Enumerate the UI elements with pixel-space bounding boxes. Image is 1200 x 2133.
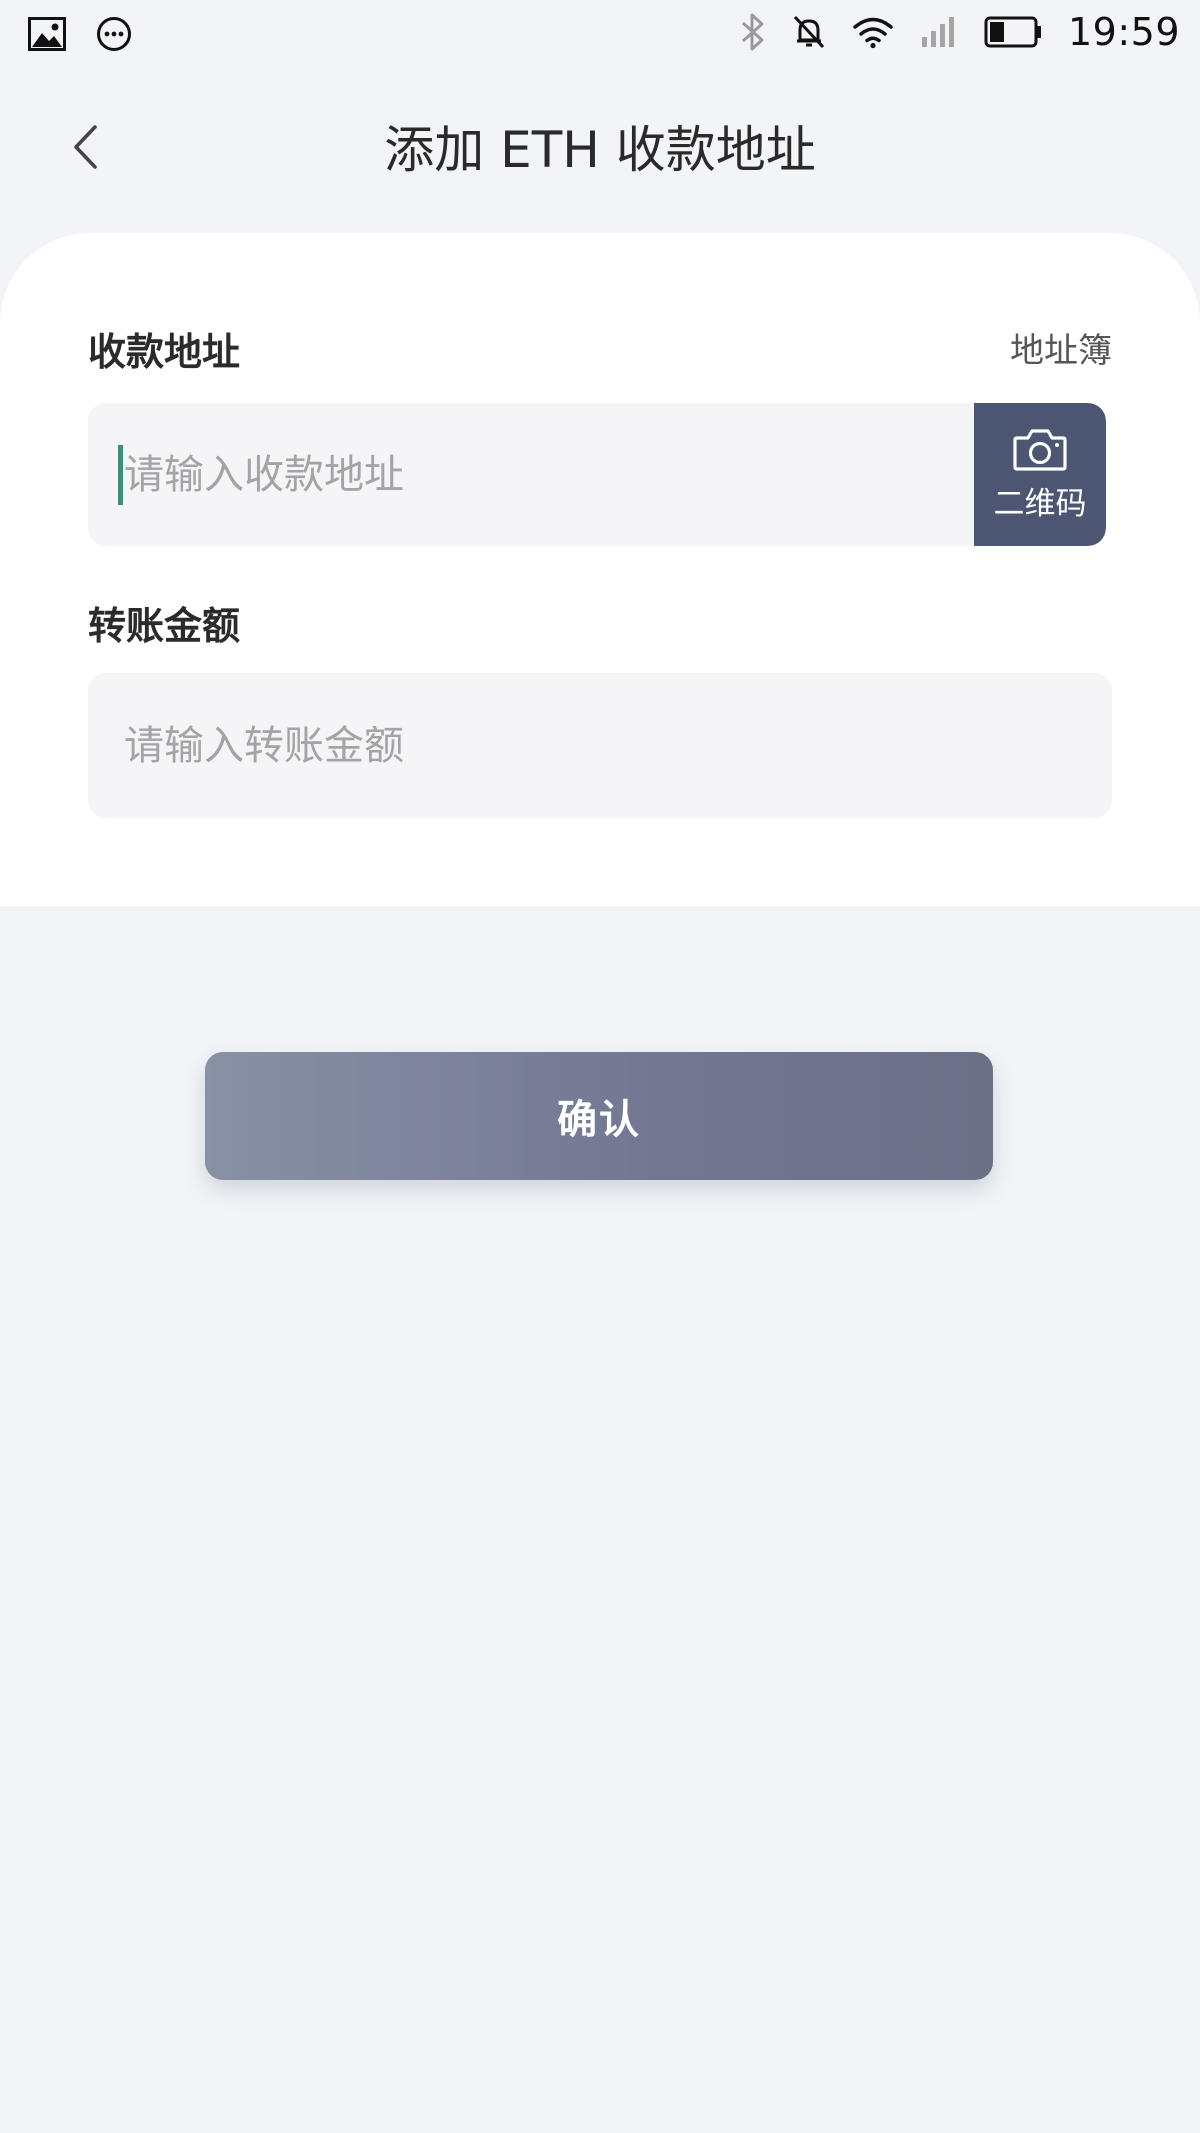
text-cursor — [118, 445, 123, 505]
amount-label: 转账金额 — [88, 604, 241, 648]
amount-input-box — [88, 673, 1112, 818]
status-right-icons: 19:59 — [740, 10, 1180, 54]
image-icon — [28, 17, 66, 51]
battery-icon — [984, 16, 1042, 48]
confirm-button[interactable]: 确认 — [205, 1052, 993, 1180]
bluetooth-icon — [740, 12, 766, 52]
address-input[interactable] — [88, 403, 1106, 546]
mute-icon — [792, 14, 826, 50]
camera-icon — [1012, 426, 1068, 472]
page-title: 添加 ETH 收款地址 — [384, 121, 816, 179]
signal-icon — [920, 15, 958, 49]
qr-scan-button[interactable]: 二维码 — [974, 403, 1106, 546]
qr-scan-label: 二维码 — [993, 486, 1087, 522]
nav-header: 添加 ETH 收款地址 — [0, 95, 1200, 205]
address-label: 收款地址 — [88, 330, 241, 374]
address-input-box: 二维码 — [88, 403, 1106, 546]
form-card: 收款地址 地址簿 二维码 转账金额 — [0, 233, 1200, 906]
message-icon — [96, 16, 132, 52]
status-left-icons — [28, 16, 132, 52]
status-time: 19:59 — [1067, 10, 1180, 54]
wifi-icon — [852, 15, 894, 49]
status-bar: 19:59 — [0, 0, 1200, 70]
amount-input[interactable] — [88, 673, 1112, 818]
address-book-link[interactable]: 地址簿 — [1010, 323, 1112, 372]
